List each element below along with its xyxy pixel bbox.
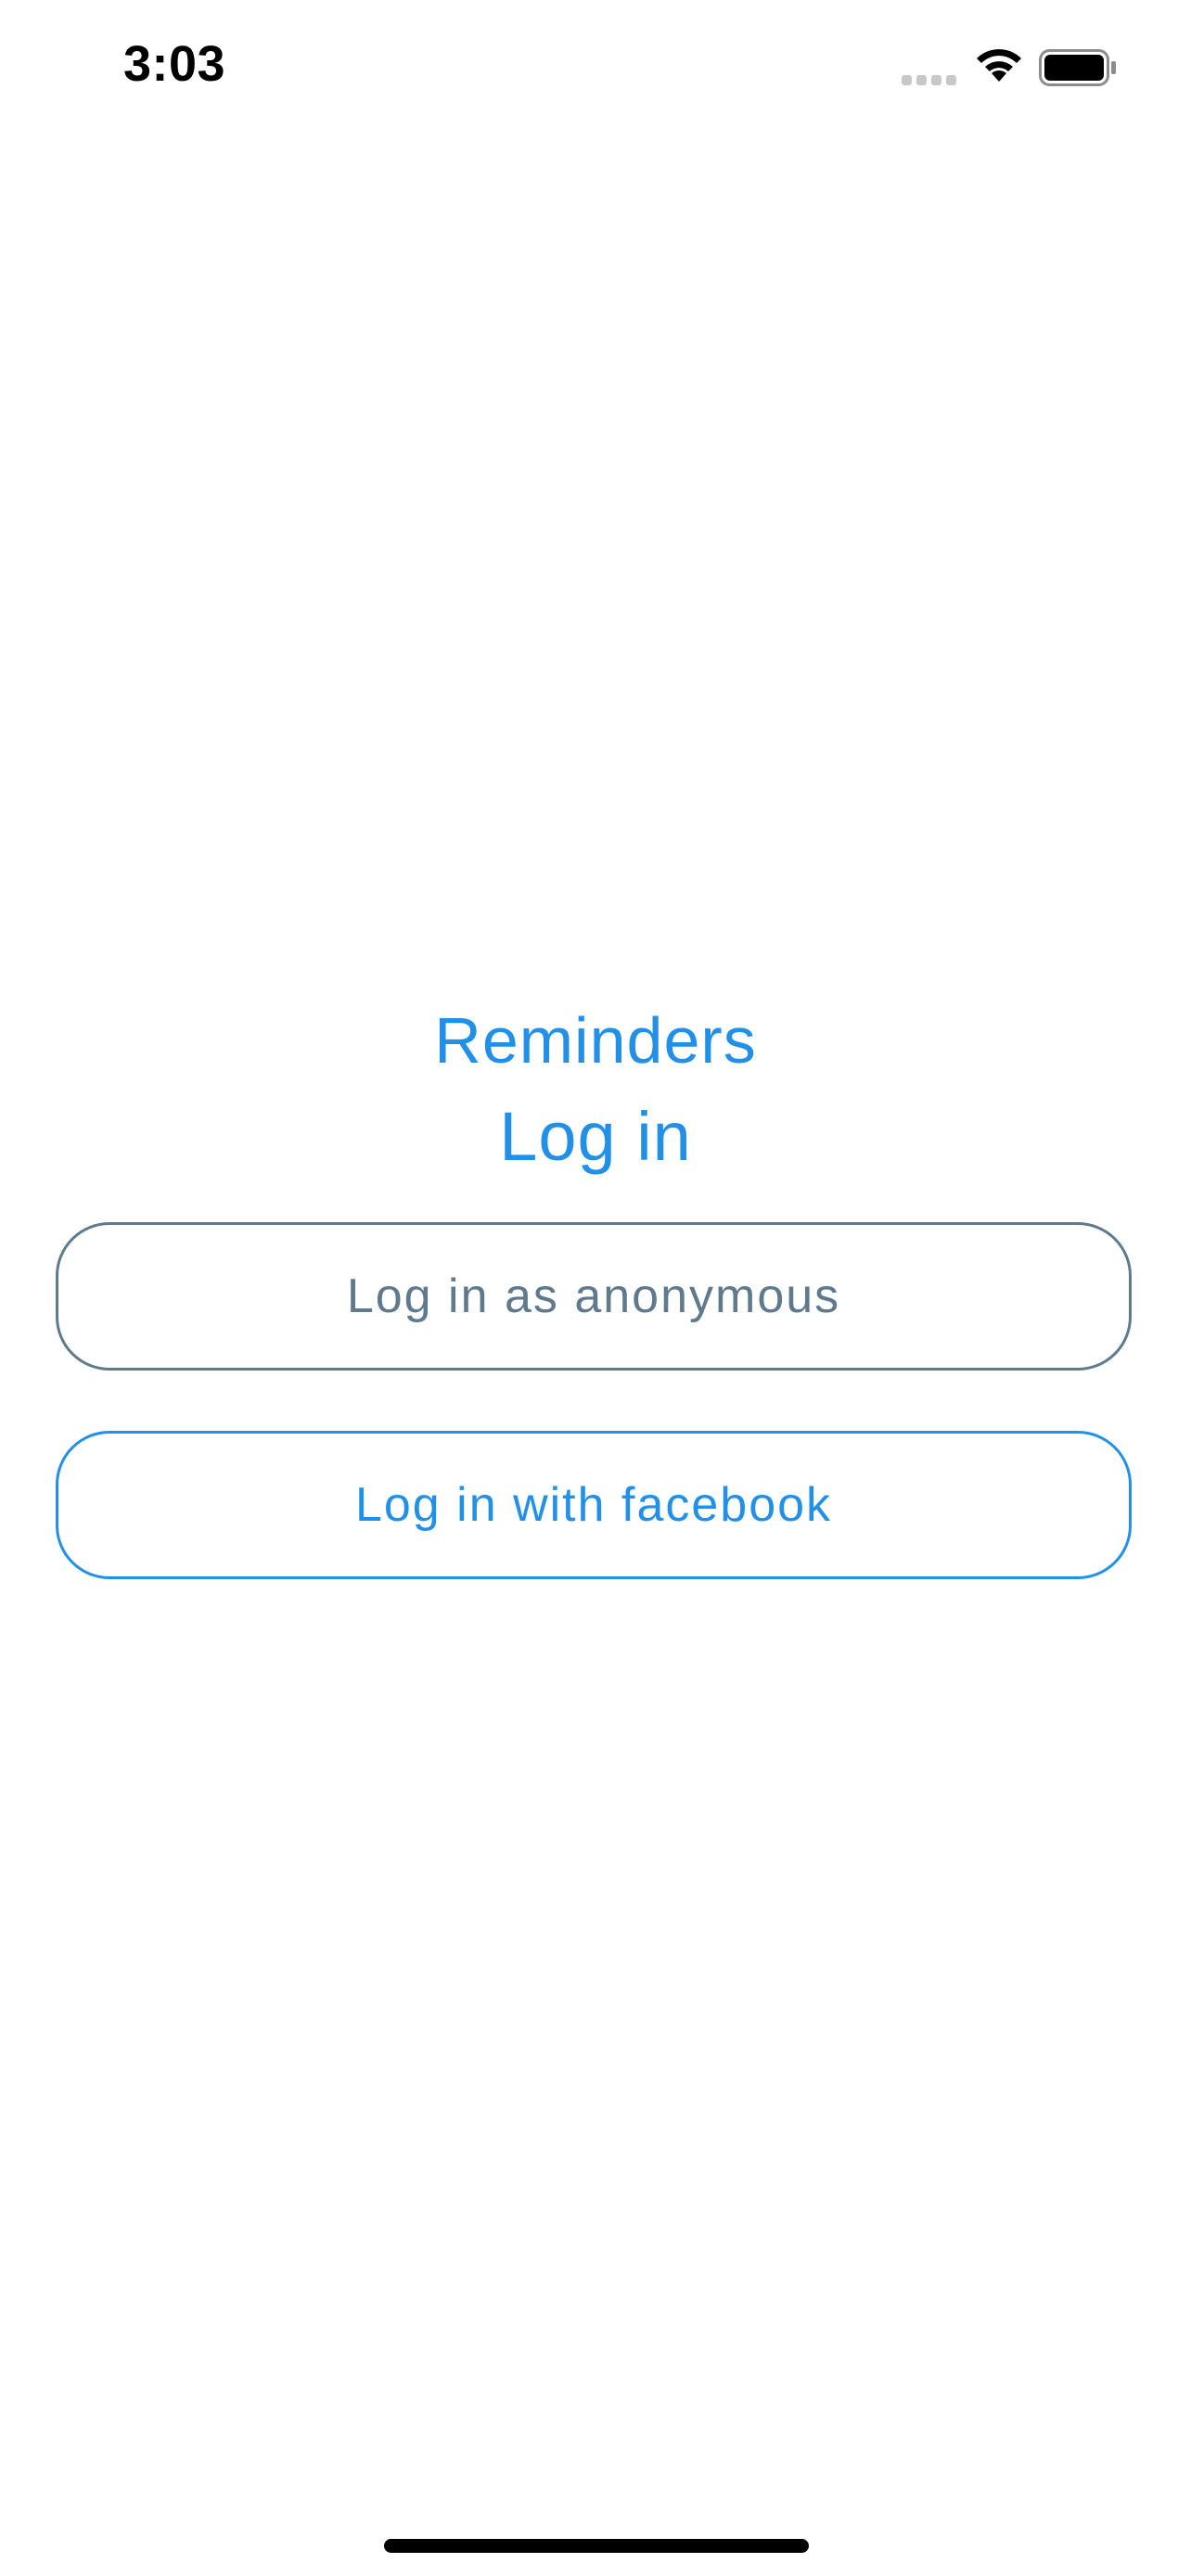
screen-title: Log in <box>499 1098 692 1175</box>
battery-icon <box>1039 49 1116 86</box>
signal-dot <box>931 75 941 85</box>
signal-dot <box>916 75 927 85</box>
login-anonymous-button[interactable]: Log in as anonymous <box>56 1222 1132 1371</box>
login-facebook-button[interactable]: Log in with facebook <box>56 1431 1132 1579</box>
login-anonymous-label: Log in as anonymous <box>346 1269 841 1323</box>
login-header: Reminders Log in <box>0 992 1191 1185</box>
app-title: Reminders <box>434 1004 757 1077</box>
cellular-signal-icon <box>902 72 957 85</box>
login-facebook-label: Log in with facebook <box>354 1478 833 1532</box>
signal-dot <box>946 75 956 85</box>
signal-dot <box>902 75 912 85</box>
status-bar: 3:03 <box>0 0 1191 139</box>
status-time: 3:03 <box>123 36 226 92</box>
home-indicator[interactable] <box>384 2539 809 2553</box>
wifi-icon <box>977 49 1021 82</box>
